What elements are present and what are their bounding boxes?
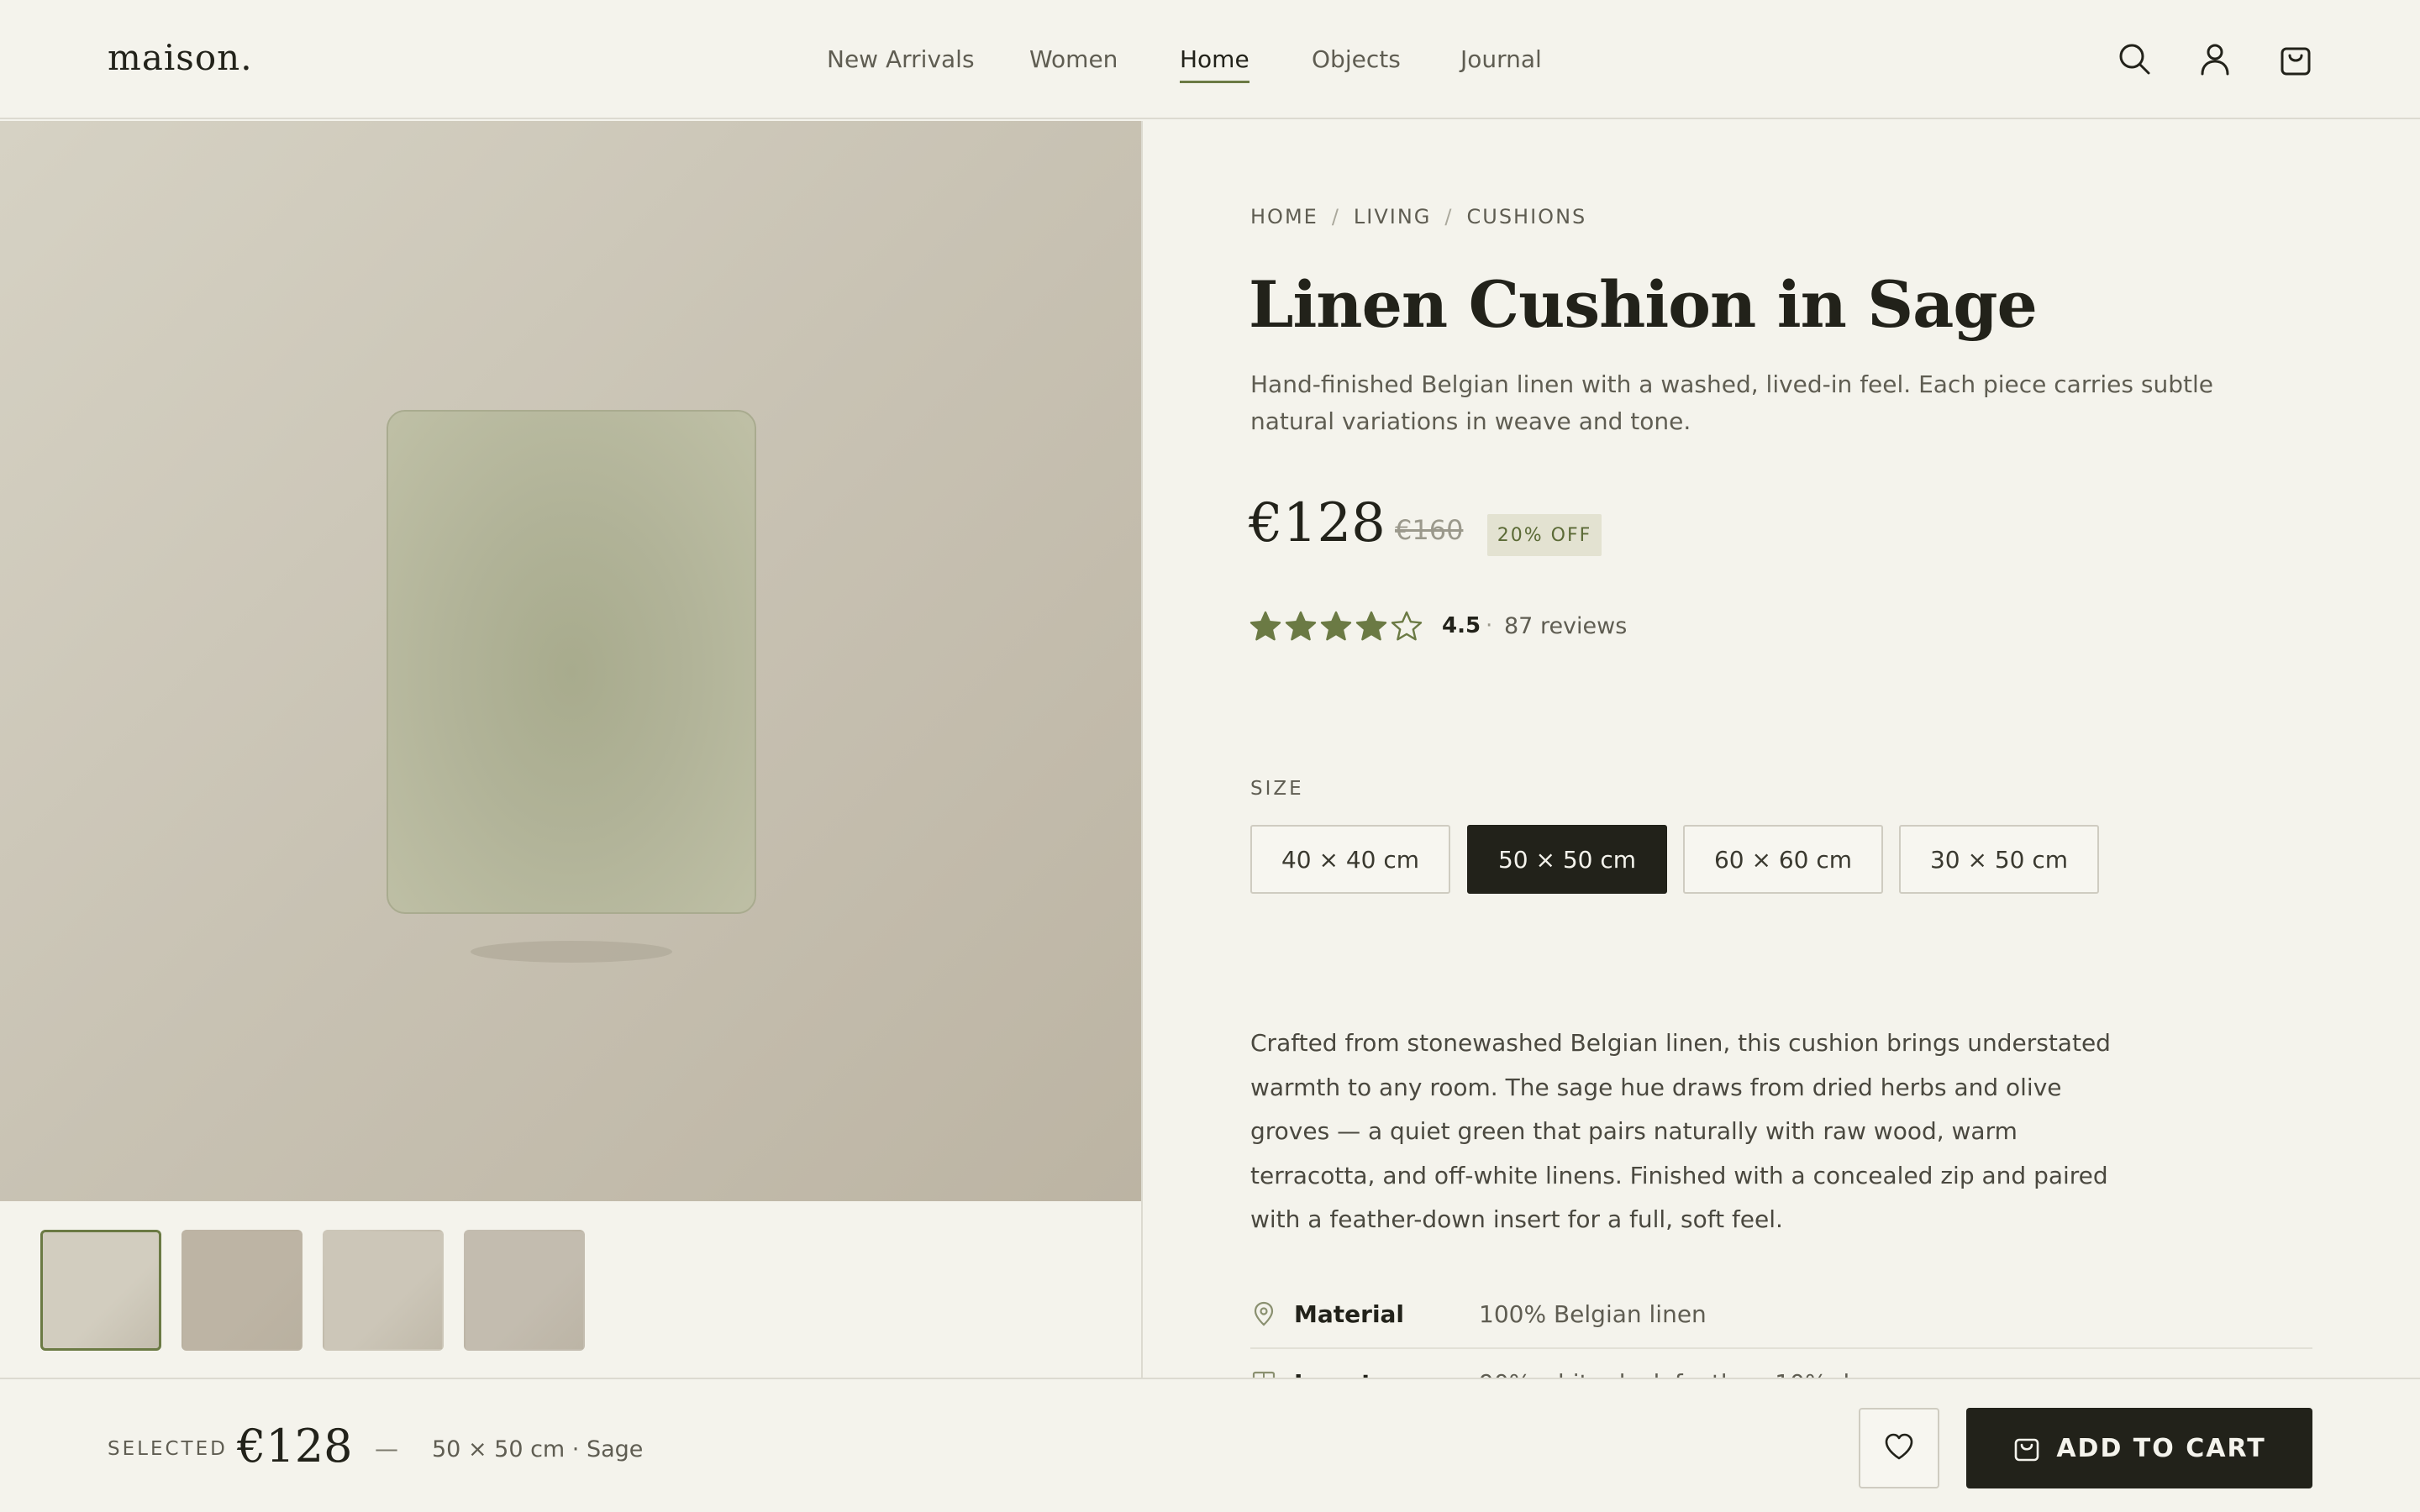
rating-value: 4.5 (1442, 613, 1481, 638)
size-option-30x50[interactable]: 30 × 50 cm (1899, 825, 2099, 894)
breadcrumb-living[interactable]: LIVING (1354, 205, 1432, 228)
rating-separator: · (1486, 613, 1493, 638)
wishlist-button[interactable] (1859, 1408, 1939, 1488)
add-to-cart-button[interactable]: ADD TO CART (1966, 1408, 2312, 1488)
cart-icon (2015, 1438, 2039, 1462)
site-header: maison. New Arrivals Women Home Objects … (0, 0, 2420, 119)
spec-value: 100% Belgian linen (1479, 1300, 1707, 1328)
nav-item-home[interactable]: Home (1180, 45, 1249, 83)
spec-row-material: Material 100% Belgian linen (1250, 1284, 2312, 1349)
selected-label: SELECTED (108, 1438, 228, 1460)
brand-logo[interactable]: maison. (108, 37, 253, 78)
star-filled-icon (1284, 610, 1318, 643)
search-icon[interactable] (2116, 40, 2153, 77)
size-option-40x40[interactable]: 40 × 40 cm (1250, 825, 1450, 894)
thumbnail-2[interactable] (182, 1230, 302, 1351)
size-label: SIZE (1250, 778, 1304, 800)
heart-icon (1882, 1430, 1916, 1467)
breadcrumb-home[interactable]: HOME (1250, 205, 1318, 228)
thumbnail-3[interactable] (323, 1230, 444, 1351)
star-filled-icon (1319, 610, 1353, 643)
discount-badge: 20% OFF (1487, 514, 1602, 556)
nav-item-objects[interactable]: Objects (1312, 45, 1401, 73)
product-main-image[interactable] (0, 121, 1141, 1201)
nav-item-new-arrivals[interactable]: New Arrivals (827, 45, 975, 73)
size-option-60x60[interactable]: 60 × 60 cm (1683, 825, 1883, 894)
spec-divider (1250, 1347, 2312, 1349)
nav-item-women[interactable]: Women (1029, 45, 1118, 73)
review-count-link[interactable]: 87 reviews (1504, 613, 1627, 639)
breadcrumb-cushions[interactable]: CUSHIONS (1467, 205, 1587, 228)
selected-dash: — (375, 1435, 398, 1462)
selected-price: €128 (237, 1420, 353, 1473)
product-title: Linen Cushion in Sage (1249, 267, 2038, 342)
sticky-purchase-bar: SELECTED €128 — 50 × 50 cm · Sage ADD TO… (0, 1378, 2420, 1512)
breadcrumb-separator: / (1331, 205, 1340, 228)
location-pin-icon (1250, 1300, 1277, 1327)
breadcrumb-separator: / (1444, 205, 1454, 228)
original-price: €160 (1395, 514, 1464, 546)
column-divider (1141, 121, 1143, 1378)
cushion-image (387, 410, 756, 914)
cart-icon[interactable] (2277, 40, 2314, 77)
size-option-50x50[interactable]: 50 × 50 cm (1467, 825, 1667, 894)
star-filled-icon (1355, 610, 1388, 643)
nav-item-journal[interactable]: Journal (1460, 45, 1542, 73)
star-empty-icon (1390, 610, 1423, 643)
star-filled-icon (1249, 610, 1282, 643)
breadcrumb: HOME / LIVING / CUSHIONS (1250, 205, 1586, 228)
add-to-cart-label: ADD TO CART (2056, 1433, 2266, 1463)
selected-variant: 50 × 50 cm · Sage (432, 1436, 644, 1462)
cushion-shadow (471, 941, 672, 963)
thumbnail-1[interactable] (40, 1230, 161, 1351)
product-description: Crafted from stonewashed Belgian linen, … (1250, 1029, 2111, 1233)
thumbnail-4[interactable] (464, 1230, 585, 1351)
spec-key: Material (1294, 1300, 1405, 1328)
product-subtitle: Hand-finished Belgian linen with a washe… (1250, 370, 2213, 435)
product-price: €128 (1249, 492, 1386, 554)
user-icon[interactable] (2196, 40, 2233, 77)
